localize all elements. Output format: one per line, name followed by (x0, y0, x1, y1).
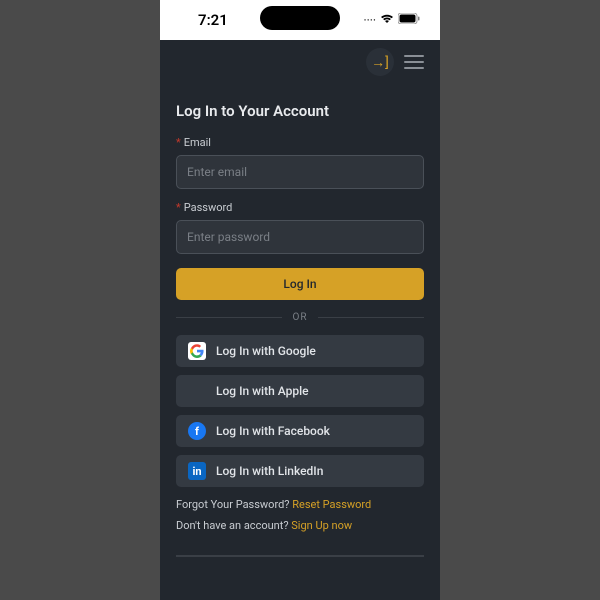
page-title: Log In to Your Account (176, 102, 424, 120)
login-linkedin-button[interactable]: in Log In with LinkedIn (176, 455, 424, 487)
battery-icon (398, 13, 420, 27)
login-facebook-button[interactable]: f Log In with Facebook (176, 415, 424, 447)
wifi-icon (380, 13, 394, 27)
linkedin-icon: in (188, 462, 206, 480)
password-field[interactable] (176, 220, 424, 254)
hamburger-icon (404, 55, 424, 57)
app-topbar: →] (176, 40, 424, 84)
google-icon (188, 342, 206, 360)
reset-password-link[interactable]: Reset Password (292, 498, 371, 511)
apple-button-label: Log In with Apple (216, 384, 309, 398)
login-button[interactable]: Log In (176, 268, 424, 300)
login-icon-button[interactable]: →] (366, 48, 394, 76)
facebook-icon: f (188, 422, 206, 440)
signup-link[interactable]: Sign Up now (291, 519, 352, 532)
login-arrow-icon: →] (371, 54, 389, 71)
menu-button[interactable] (404, 55, 424, 69)
notch (260, 6, 340, 30)
bottom-divider (176, 555, 424, 557)
signup-prompt: Don't have an account? (176, 519, 291, 532)
facebook-button-label: Log In with Facebook (216, 424, 330, 438)
forgot-prompt: Forgot Your Password? (176, 498, 292, 511)
email-field[interactable] (176, 155, 424, 189)
status-icons: ···· (363, 13, 420, 27)
or-divider: OR (176, 312, 424, 323)
status-time: 7:21 (198, 11, 228, 29)
google-button-label: Log In with Google (216, 344, 316, 358)
device-frame: 7:21 ···· →] Log In to Your Account *Ema… (160, 0, 440, 600)
email-label: *Email (176, 136, 424, 149)
apple-icon (188, 382, 206, 400)
password-label: *Password (176, 201, 424, 214)
login-google-button[interactable]: Log In with Google (176, 335, 424, 367)
linkedin-button-label: Log In with LinkedIn (216, 464, 323, 478)
cellular-icon: ···· (363, 13, 376, 27)
footer-links: Forgot Your Password? Reset Password Don… (176, 495, 424, 537)
login-apple-button[interactable]: Log In with Apple (176, 375, 424, 407)
status-bar: 7:21 ···· (160, 0, 440, 40)
app-content: →] Log In to Your Account *Email *Passwo… (160, 40, 440, 600)
or-label: OR (292, 312, 307, 323)
